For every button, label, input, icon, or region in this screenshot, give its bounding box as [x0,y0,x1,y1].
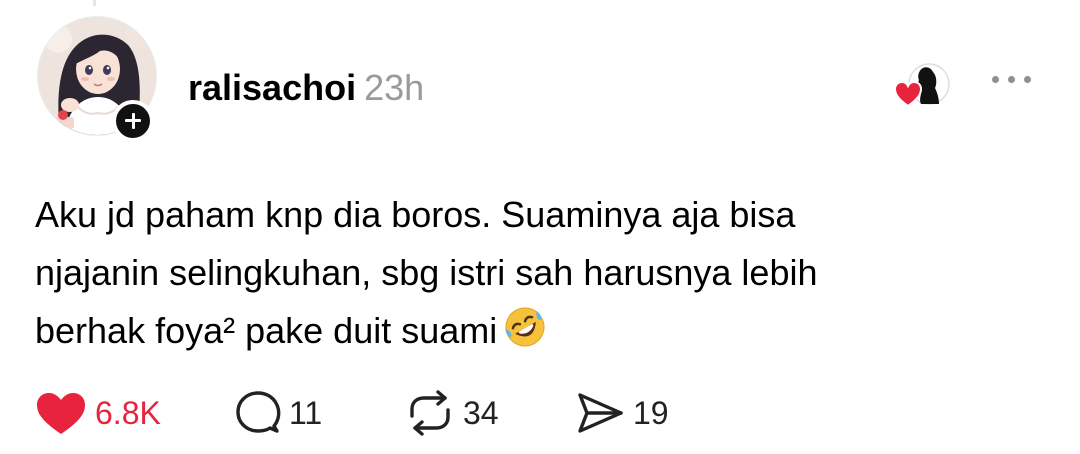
post-text-line-2: njajanin selingkuhan, sbg istri sah haru… [35,252,818,293]
post-text: Aku jd paham knp dia boros. Suaminya aja… [35,186,1035,366]
reply-button[interactable]: 11 [235,388,322,438]
comment-bubble-icon [236,391,281,433]
more-dot-2 [1008,76,1015,83]
repost-count: 34 [463,394,499,431]
heart-icon [37,393,85,434]
liked-by-avatar-icon [893,63,950,108]
send-icon [578,393,623,433]
liked-by-indicator[interactable] [893,62,955,112]
more-options-button[interactable] [990,70,1034,90]
post-text-line-3-content: berhak foya² pake duit suami [35,310,498,351]
share-count: 19 [633,394,669,431]
post-actions-bar: 6.8K 11 34 19 [35,388,735,438]
more-dot-3 [1024,76,1031,83]
post-text-line-3: berhak foya² pake duit suami [35,302,1035,366]
share-button[interactable]: 19 [575,388,669,438]
post-text-line-1: Aku jd paham knp dia boros. Suaminya aja… [35,194,796,235]
username[interactable]: ralisachoi [188,67,356,108]
repost-button[interactable]: 34 [405,388,499,438]
reply-count: 11 [289,394,323,431]
more-dots-icon [992,76,999,83]
plus-icon-vertical [131,113,135,129]
like-count: 6.8K [95,394,161,431]
thread-connector-line [93,0,96,6]
rolling-on-the-floor-laughing-emoji [503,305,547,366]
post-header: ralisachoi 23h [188,66,424,110]
like-button[interactable]: 6.8K [35,388,161,438]
timestamp: 23h [364,67,425,108]
follow-button[interactable] [112,100,154,142]
repost-icon [410,390,450,436]
author-avatar-container[interactable] [37,16,157,142]
